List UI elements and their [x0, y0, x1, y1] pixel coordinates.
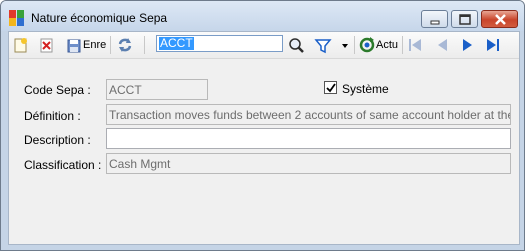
filter-button[interactable]: [314, 35, 332, 55]
code-sepa-label: Code Sepa :: [24, 83, 91, 97]
client-area: Enre ACCT Actu Code Sepa: ACCT Système …: [8, 31, 520, 245]
last-record-button[interactable]: [484, 35, 502, 55]
magnifier-icon: [289, 38, 304, 53]
search-button[interactable]: [288, 35, 306, 55]
toolbar-separator: [144, 36, 145, 54]
description-label: Description :: [24, 133, 91, 147]
toolbar-separator: [402, 36, 403, 54]
classification-label: Classification :: [24, 158, 102, 172]
minimize-icon: [430, 20, 440, 25]
new-document-icon: [14, 38, 27, 53]
code-sepa-field[interactable]: ACCT: [106, 79, 208, 100]
definition-field[interactable]: Transaction moves funds between 2 accoun…: [106, 104, 511, 125]
systeme-checkbox[interactable]: [324, 81, 337, 94]
new-button[interactable]: [13, 35, 29, 55]
toolbar-separator: [110, 36, 111, 54]
next-icon: [463, 39, 472, 51]
description-field[interactable]: [106, 128, 511, 149]
toolbar: Enre ACCT Actu: [9, 32, 519, 59]
save-label[interactable]: Enre: [83, 39, 106, 51]
window: Nature économique Sepa Enre ACCT Actu Co…: [0, 0, 525, 251]
maximize-button[interactable]: [451, 10, 478, 28]
close-button[interactable]: [481, 10, 518, 28]
chevron-down-icon: [342, 44, 348, 48]
definition-label: Définition :: [24, 109, 81, 123]
reload-icon: [359, 37, 375, 53]
minimize-button[interactable]: [421, 10, 448, 28]
actualise-label[interactable]: Actu: [376, 39, 398, 51]
filter-dropdown-button[interactable]: [340, 35, 350, 55]
systeme-label[interactable]: Système: [342, 82, 389, 96]
delete-icon: [40, 38, 53, 53]
maximize-icon: [459, 14, 471, 25]
checkmark-icon: [326, 83, 336, 93]
first-record-button[interactable]: [406, 35, 424, 55]
search-input[interactable]: ACCT: [159, 37, 194, 50]
close-icon: [495, 14, 506, 25]
sync-button[interactable]: [116, 35, 134, 55]
filter-icon: [314, 39, 332, 54]
toolbar-separator: [354, 36, 355, 54]
last-icon: [487, 39, 499, 51]
window-title: Nature économique Sepa: [31, 11, 168, 25]
save-button[interactable]: [66, 35, 82, 55]
classification-field[interactable]: Cash Mgmt: [106, 153, 511, 174]
previous-icon: [438, 39, 447, 51]
next-record-button[interactable]: [458, 35, 476, 55]
delete-button[interactable]: [39, 35, 55, 55]
save-icon: [67, 39, 81, 53]
previous-record-button[interactable]: [434, 35, 452, 55]
actualise-button[interactable]: [359, 35, 375, 55]
refresh-icon: [118, 38, 132, 52]
first-icon: [409, 39, 421, 51]
app-icon: [9, 10, 25, 26]
search-field[interactable]: ACCT: [156, 35, 283, 52]
title-bar[interactable]: Nature économique Sepa: [1, 1, 524, 31]
